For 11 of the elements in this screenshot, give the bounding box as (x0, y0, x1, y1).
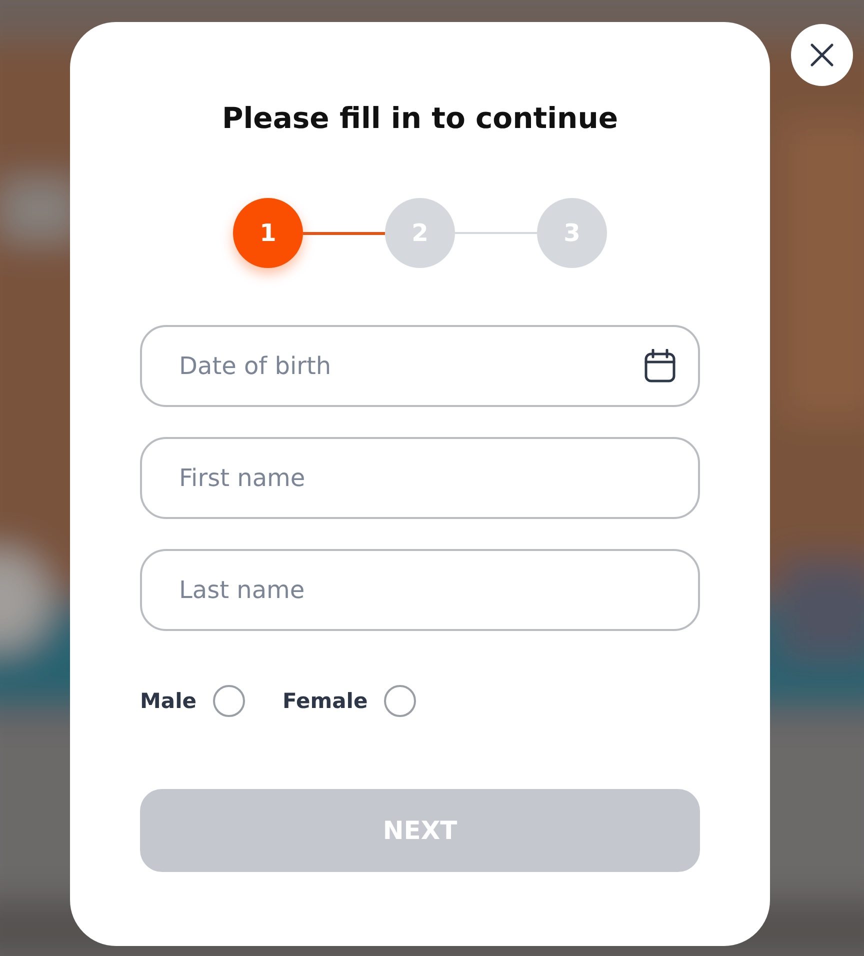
close-icon (809, 42, 835, 68)
step-indicator: 1 (233, 198, 303, 268)
calendar-icon (644, 349, 676, 383)
radio-label: Female (282, 689, 368, 713)
date-field[interactable]: Date of birth (140, 325, 700, 407)
radio-button[interactable] (212, 685, 245, 717)
input-field[interactable]: First name (140, 437, 700, 519)
radio-button[interactable] (384, 685, 416, 717)
modal-title: Please fill in to continue (220, 100, 620, 137)
radio-label: Male (140, 689, 197, 713)
input-field[interactable]: Last name (140, 549, 700, 631)
